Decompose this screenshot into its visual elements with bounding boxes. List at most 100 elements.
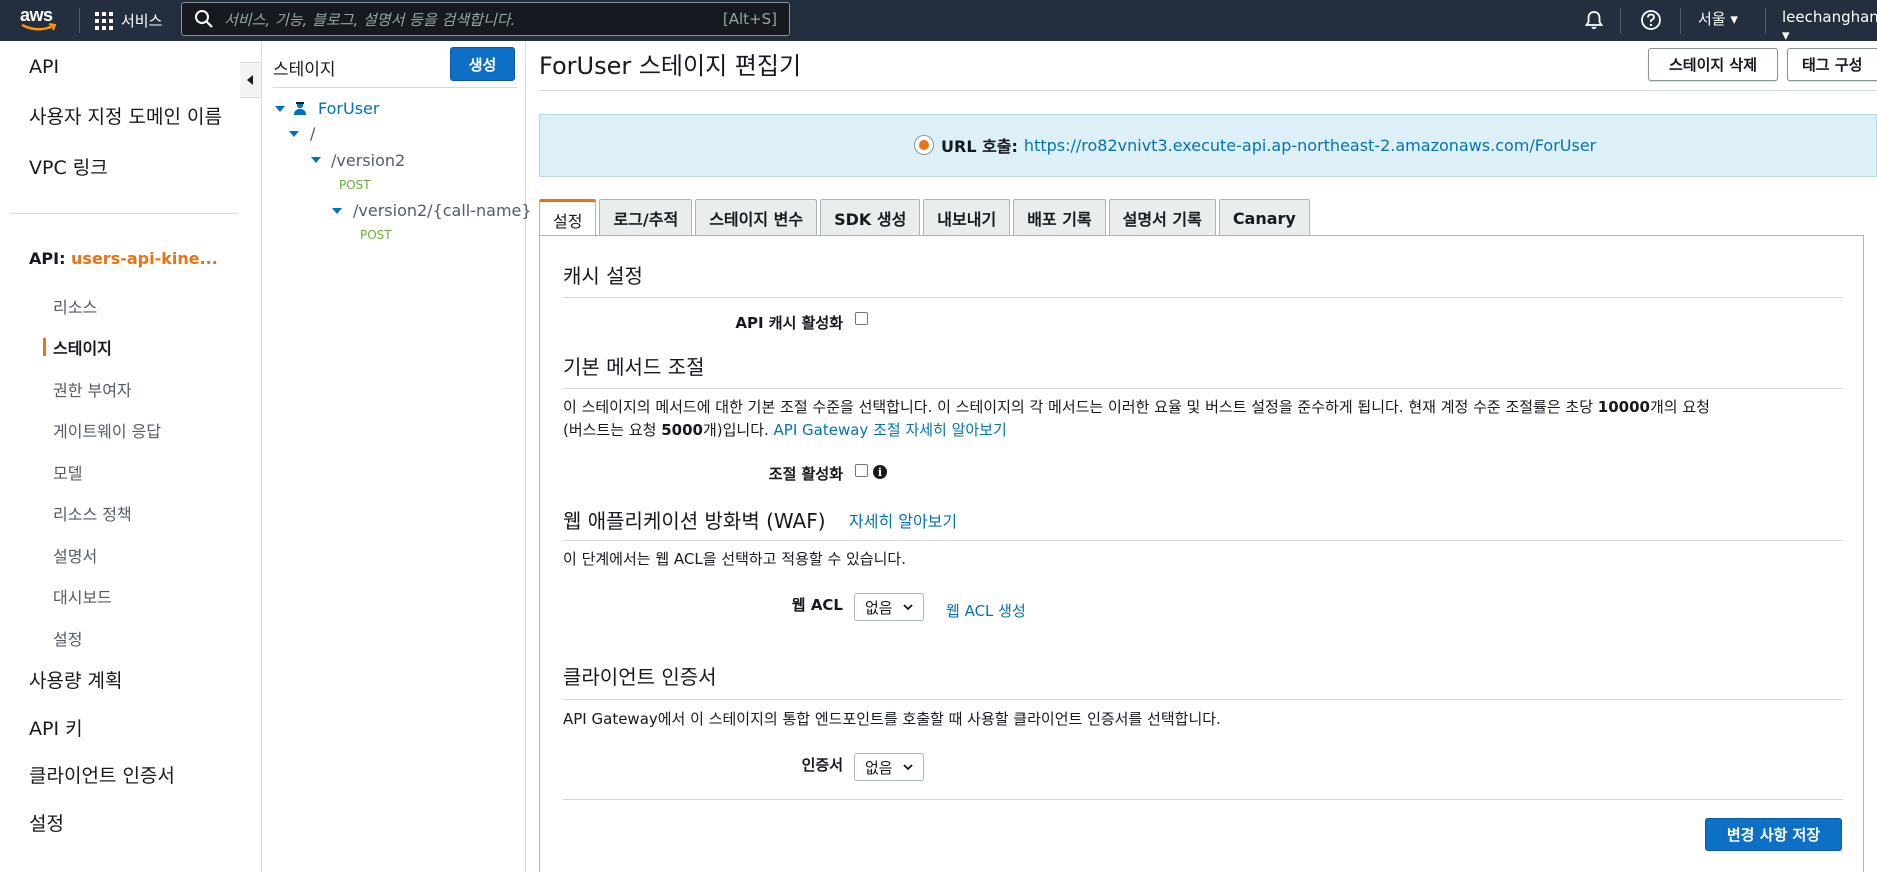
sidebar-item-dashboard[interactable]: 대시보드 bbox=[53, 584, 112, 608]
page-title: ForUser 스테이지 편집기 bbox=[539, 52, 802, 80]
tree-node-root[interactable]: / bbox=[310, 124, 315, 143]
tree-node-version2[interactable]: /version2 bbox=[331, 151, 405, 170]
throttle-desc-text: 개)입니다. bbox=[702, 421, 774, 439]
services-menu-button[interactable]: 서비스 bbox=[95, 10, 162, 31]
waf-learn-more-link[interactable]: 자세히 알아보기 bbox=[849, 508, 957, 532]
certificate-value: 없음 bbox=[865, 758, 893, 777]
tab-settings[interactable]: 설정 bbox=[539, 199, 597, 237]
sidebar-item-stages[interactable]: 스테이지 bbox=[53, 335, 112, 359]
throttle-desc-text: 개의 요청 bbox=[1649, 398, 1710, 416]
invoke-url-banner: URL 호출: https://ro82vnivt3.execute-api.a… bbox=[539, 114, 1877, 177]
user-menu[interactable]: leechanghan ▾ bbox=[1782, 8, 1877, 44]
web-acl-value: 없음 bbox=[865, 598, 893, 617]
throttle-learn-more-link[interactable]: API Gateway 조절 자세히 알아보기 bbox=[774, 421, 1007, 439]
api-cache-checkbox[interactable] bbox=[855, 312, 868, 325]
expand-caret-icon[interactable] bbox=[311, 157, 321, 163]
chevron-down-icon bbox=[902, 604, 913, 611]
tab-documentation-history[interactable]: 설명서 기록 bbox=[1108, 199, 1216, 236]
help-icon[interactable] bbox=[1640, 9, 1662, 31]
invoke-url-label: URL 호출: bbox=[941, 137, 1018, 156]
sidebar-item-gateway-responses[interactable]: 게이트웨이 응답 bbox=[53, 418, 161, 442]
tab-logs-tracing[interactable]: 로그/추적 bbox=[599, 199, 693, 236]
stage-icon bbox=[294, 101, 306, 115]
active-indicator bbox=[43, 338, 46, 356]
api-name: users-api-kine... bbox=[71, 249, 218, 268]
tree-node-call-name[interactable]: /version2/{call-name} bbox=[353, 201, 532, 220]
certificate-select[interactable]: 없음 bbox=[854, 753, 924, 781]
region-selector[interactable]: 서울 ▾ bbox=[1698, 8, 1738, 29]
create-web-acl-link[interactable]: 웹 ACL 생성 bbox=[946, 600, 1026, 621]
throttle-rate-value: 10000 bbox=[1597, 398, 1650, 416]
section-divider bbox=[563, 297, 1843, 298]
nav-separator bbox=[1765, 8, 1766, 34]
stages-header: 스테이지 bbox=[273, 60, 336, 80]
section-divider bbox=[563, 699, 1843, 700]
tab-export[interactable]: 내보내기 bbox=[923, 199, 1011, 236]
sidebar-item-resource-policy[interactable]: 리소스 정책 bbox=[53, 501, 132, 525]
nav-separator bbox=[1620, 8, 1621, 34]
search-shortcut: [Alt+S] bbox=[722, 10, 777, 28]
throttle-desc-text: 이 스테이지의 메서드에 대한 기본 조절 수준을 선택합니다. 이 스테이지의… bbox=[563, 398, 1598, 416]
sidebar-api-heading[interactable]: API: users-api-kine... bbox=[29, 249, 218, 268]
sidebar-item-api-settings[interactable]: 설정 bbox=[53, 626, 82, 650]
invoke-url-link[interactable]: https://ro82vnivt3.execute-api.ap-northe… bbox=[1024, 136, 1596, 155]
sidebar-item-vpc-link[interactable]: VPC 링크 bbox=[29, 153, 108, 180]
tab-stage-variables[interactable]: 스테이지 변수 bbox=[695, 199, 818, 236]
web-acl-label: 웹 ACL bbox=[791, 596, 843, 614]
sidebar-item-authorizers[interactable]: 권한 부여자 bbox=[53, 377, 132, 401]
expand-caret-icon[interactable] bbox=[332, 208, 342, 214]
search-icon bbox=[195, 10, 213, 28]
throttle-desc-text: (버스트는 요청 bbox=[563, 421, 662, 439]
tree-node-stage[interactable]: ForUser bbox=[318, 99, 379, 118]
save-changes-button[interactable]: 변경 사항 저장 bbox=[1705, 818, 1842, 851]
tree-divider bbox=[273, 87, 517, 88]
section-divider bbox=[563, 540, 1843, 541]
grid-icon bbox=[95, 11, 113, 30]
bell-icon[interactable] bbox=[1583, 9, 1605, 31]
client-cert-description: API Gateway에서 이 스테이지의 통합 엔드포인트를 호출할 때 사용… bbox=[563, 710, 1221, 728]
sidebar-item-usage-plans[interactable]: 사용량 계획 bbox=[29, 666, 122, 693]
sidebar-item-settings[interactable]: 설정 bbox=[29, 809, 64, 836]
tree-node-method[interactable]: POST bbox=[360, 228, 392, 242]
aws-logo[interactable]: aws bbox=[20, 5, 58, 35]
tab-deployment-history[interactable]: 배포 기록 bbox=[1013, 199, 1106, 236]
caret-left-icon bbox=[246, 75, 253, 85]
sidebar-item-custom-domain[interactable]: 사용자 지정 도메인 이름 bbox=[29, 102, 222, 129]
sidebar-item-api[interactable]: API bbox=[29, 56, 59, 78]
create-stage-button[interactable]: 생성 bbox=[450, 47, 515, 81]
info-icon[interactable]: i bbox=[873, 465, 887, 479]
services-label: 서비스 bbox=[121, 12, 163, 30]
stage-tabs: 설정 로그/추적 스테이지 변수 SDK 생성 내보내기 배포 기록 설명서 기… bbox=[539, 199, 1313, 237]
footer-divider bbox=[563, 799, 1843, 800]
sidebar-item-api-keys[interactable]: API 키 bbox=[29, 714, 83, 741]
tab-canary[interactable]: Canary bbox=[1218, 199, 1310, 236]
throttle-checkbox[interactable] bbox=[855, 464, 868, 477]
waf-section-title: 웹 애플리케이션 방화벽 (WAF) bbox=[563, 509, 826, 533]
web-acl-select[interactable]: 없음 bbox=[854, 593, 924, 621]
section-divider bbox=[563, 388, 1843, 389]
collapse-sidebar-button[interactable] bbox=[240, 62, 262, 98]
delete-stage-button[interactable]: 스테이지 삭제 bbox=[1648, 48, 1778, 81]
search-input[interactable]: 서비스, 기능, 블로그, 설명서 등을 검색합니다. [Alt+S] bbox=[181, 2, 790, 36]
nav-separator bbox=[1680, 8, 1681, 34]
tree-node-method[interactable]: POST bbox=[339, 178, 371, 192]
sidebar-item-resources[interactable]: 리소스 bbox=[53, 294, 97, 318]
sidebar-divider bbox=[10, 213, 238, 214]
cache-section-title: 캐시 설정 bbox=[563, 264, 643, 288]
api-cache-label: API 캐시 활성화 bbox=[735, 314, 843, 332]
tab-sdk-generation[interactable]: SDK 생성 bbox=[820, 199, 921, 236]
expand-caret-icon[interactable] bbox=[289, 131, 299, 137]
search-placeholder: 서비스, 기능, 블로그, 설명서 등을 검색합니다. bbox=[224, 10, 516, 29]
throttle-enable-label: 조절 활성화 bbox=[768, 465, 843, 483]
expand-caret-icon[interactable] bbox=[275, 106, 285, 112]
sidebar-item-documentation[interactable]: 설명서 bbox=[53, 543, 97, 567]
nav-separator bbox=[79, 8, 80, 33]
chevron-down-icon bbox=[902, 764, 913, 771]
configure-tags-button[interactable]: 태그 구성 bbox=[1787, 48, 1877, 81]
sidebar-item-client-certificates[interactable]: 클라이언트 인증서 bbox=[29, 761, 175, 788]
throttle-burst-value: 5000 bbox=[661, 421, 703, 439]
certificate-label: 인증서 bbox=[801, 756, 843, 774]
sidebar-item-models[interactable]: 모델 bbox=[53, 460, 82, 484]
top-nav-bar: aws 서비스 서비스, 기능, 블로그, 설명서 등을 검색합니다. [Alt… bbox=[0, 0, 1877, 44]
api-prefix: API: bbox=[29, 249, 72, 268]
